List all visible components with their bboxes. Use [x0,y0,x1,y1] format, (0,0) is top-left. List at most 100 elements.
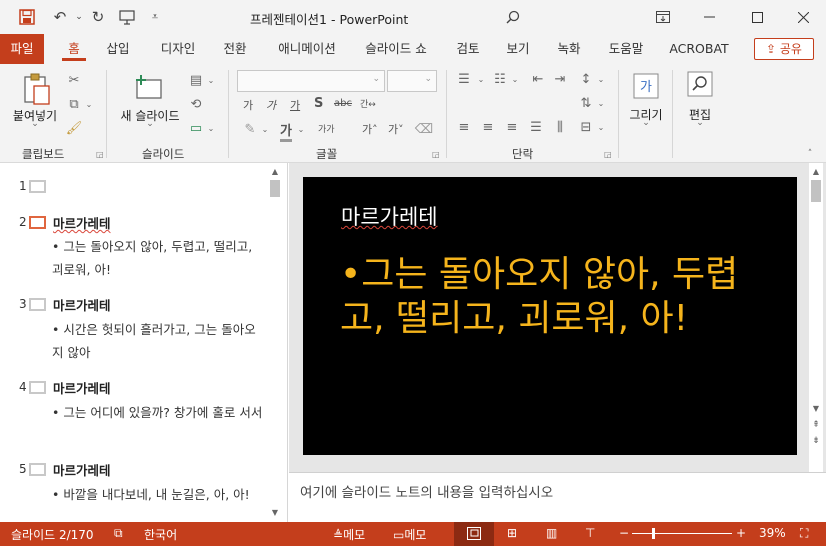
align-left-icon[interactable]: ≡ [454,118,474,136]
scroll-thumb[interactable] [811,180,821,202]
slideshow-view-icon[interactable]: ⊤ [585,526,595,540]
change-case-icon[interactable]: 가가 [318,122,335,135]
scroll-down-icon[interactable]: ▼ [268,506,282,520]
tab-slideshow[interactable]: 슬라이드 쇼 [356,34,436,64]
font-name-combo[interactable]: ⌄ [237,70,385,92]
justify-icon[interactable]: ☰ [526,118,546,136]
shadow-icon[interactable]: S [314,96,323,111]
shrink-font-icon[interactable]: 가˅ [388,121,404,137]
outline-bullet-text[interactable]: • 바깥을 내다보네, 내 눈길은, 아, 아! [52,483,264,506]
strikethrough-icon[interactable]: abc [334,98,352,109]
fit-to-window-icon[interactable]: ⛶ [800,526,808,541]
font-size-combo[interactable]: ⌄ [387,70,437,92]
zoom-slider-thumb[interactable] [651,528,655,539]
increase-font-icon[interactable]: 가 [243,97,253,113]
paste-icon[interactable] [20,72,54,106]
character-spacing-icon[interactable]: 간↔ [360,97,376,110]
clear-formatting-icon[interactable]: ⌫ [414,119,434,139]
section-dropdown-icon[interactable]: ⌄ [206,120,216,136]
editing-dropdown-icon[interactable]: ⌄ [678,118,722,128]
outline-bullet-text[interactable]: • 그는 어디에 있을까? 창가에 홀로 서서 [52,401,264,424]
increase-indent-icon[interactable]: ⇥ [550,70,570,88]
current-slide[interactable]: 마르가레테 •그는 돌아오지 않아, 두렵고, 떨리고, 괴로워, 아! [303,177,797,455]
tab-view[interactable]: 보기 [498,34,538,64]
outline-slide-icon[interactable] [29,298,46,311]
tab-record[interactable]: 녹화 [549,34,589,64]
scroll-up-icon[interactable]: ▲ [268,165,282,179]
bullets-icon[interactable]: ☰ [454,70,474,88]
zoom-out-button[interactable]: − [619,526,629,540]
next-slide-icon[interactable]: ⇟ [809,434,823,448]
copy-dropdown-icon[interactable]: ⌄ [84,96,94,112]
tab-home[interactable]: 홈 [58,34,90,64]
paste-dropdown-icon[interactable]: ⌄ [8,119,62,129]
highlight-icon[interactable]: ✎ [240,120,260,138]
scroll-down-icon[interactable]: ▼ [809,402,823,416]
new-slide-dropdown-icon[interactable]: ⌄ [114,119,186,129]
scroll-up-icon[interactable]: ▲ [809,165,823,179]
outline-slide-title[interactable]: 마르가레테 [53,295,111,314]
drawing-shapes-icon[interactable]: 가 [632,72,660,100]
zoom-slider-track[interactable] [632,533,732,534]
decrease-font-icon[interactable]: 가 [266,97,276,113]
outline-bullet-text[interactable]: • 그는 돌아오지 않아, 두렵고, 떨리고, 괴로워, 아! [52,235,264,281]
maximize-icon[interactable] [734,0,780,34]
drawing-dropdown-icon[interactable]: ⌄ [624,118,668,128]
slide-body[interactable]: •그는 돌아오지 않아, 두렵고, 떨리고, 괴로워, 아! [340,253,740,341]
text-direction-icon[interactable]: ⇅ [576,94,596,112]
share-button[interactable]: ⇪ 공유 [754,38,814,60]
tab-acrobat[interactable]: ACROBAT [664,34,734,64]
align-text-dropdown-icon[interactable]: ⌄ [596,120,606,134]
section-icon[interactable]: ▭ [186,118,206,138]
tab-help[interactable]: 도움말 [600,34,652,64]
previous-slide-icon[interactable]: ⇞ [809,418,823,432]
scroll-thumb[interactable] [270,180,280,197]
outline-slide-icon[interactable] [29,180,46,193]
outline-slide-title[interactable]: 마르가레테 [53,378,111,397]
reset-slide-icon[interactable]: ⟲ [186,94,206,114]
bullets-dropdown-icon[interactable]: ⌄ [476,72,486,86]
tab-review[interactable]: 검토 [448,34,488,64]
cut-icon[interactable]: ✂ [64,70,84,90]
minimize-icon[interactable] [686,0,732,34]
tab-insert[interactable]: 삽입 [98,34,138,64]
underline-icon[interactable]: 가 [290,97,300,113]
notes-placeholder[interactable]: 여기에 슬라이드 노트의 내용을 입력하십시오 [300,481,553,501]
outline-slide-icon[interactable] [29,463,46,476]
search-icon[interactable] [503,7,523,27]
format-painter-icon[interactable]: 🖌 [64,118,84,138]
highlight-dropdown-icon[interactable]: ⌄ [260,122,270,136]
numbering-dropdown-icon[interactable]: ⌄ [510,72,520,86]
present-from-beginning-icon[interactable] [115,7,139,27]
find-icon[interactable] [686,70,714,98]
outline-slide-icon-selected[interactable] [29,216,46,229]
tab-design[interactable]: 디자인 [150,34,206,64]
zoom-level[interactable]: 39% [759,526,786,540]
reading-view-icon[interactable]: ▥ [546,526,557,540]
language-indicator[interactable]: 한국어 [144,526,177,543]
numbering-icon[interactable]: ☷ [490,70,510,88]
columns-icon[interactable]: ⫼ [550,118,570,136]
outline-slide-icon[interactable] [29,381,46,394]
notes-pane[interactable]: 여기에 슬라이드 노트의 내용을 입력하십시오 [289,472,826,522]
zoom-in-button[interactable]: + [736,526,746,540]
paragraph-launcher-icon[interactable]: ◲ [604,150,612,159]
customize-qat-icon[interactable]: ⩡ [146,7,164,27]
outline-slide-title[interactable]: 마르가레테 [53,213,111,232]
font-color-icon[interactable]: 가 [280,120,292,142]
layout-dropdown-icon[interactable]: ⌄ [206,72,216,88]
save-icon[interactable] [15,7,39,27]
grow-font-icon[interactable]: 가˄ [362,121,378,137]
close-icon[interactable] [780,0,826,34]
normal-view-button[interactable] [454,522,494,546]
undo-icon[interactable]: ↶ [48,7,72,27]
ribbon-display-icon[interactable] [640,0,686,34]
align-center-icon[interactable]: ≡ [478,118,498,136]
decrease-indent-icon[interactable]: ⇤ [528,70,548,88]
tab-transitions[interactable]: 전환 [214,34,256,64]
slide-scrollbar[interactable]: ▲ ▼ ⇞ ⇟ [809,163,823,472]
new-slide-icon[interactable] [134,72,166,104]
line-spacing-icon[interactable]: ↕ [576,70,596,88]
copy-icon[interactable]: ⧉ [64,94,84,114]
outline-slide-title[interactable]: 마르가레테 [53,460,111,479]
